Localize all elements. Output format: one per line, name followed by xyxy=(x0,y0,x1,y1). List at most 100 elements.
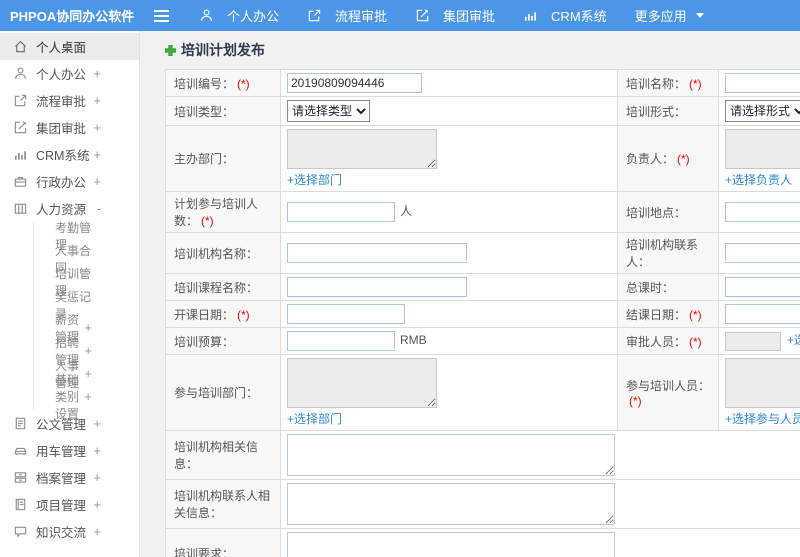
sidebar-item-project-management[interactable]: 项目管理 + xyxy=(0,491,139,518)
sidebar-item-crm[interactable]: CRM系统 + xyxy=(0,141,139,168)
user-icon xyxy=(13,66,28,81)
nav-item-more-apps[interactable]: 更多应用 xyxy=(621,0,718,31)
form-row: 培训要求： xyxy=(165,528,800,557)
training-plan-form: 培训编号：(*) 培训名称：(*) 培训类型： 请选择类型 培训形式： 请选择形… xyxy=(165,69,800,557)
sidebar-item-vehicle-management[interactable]: 用车管理 + xyxy=(0,437,139,464)
sidebar-item-label: 档案管理 xyxy=(36,472,87,486)
app-logo: PHPOA协同办公软件 xyxy=(10,9,135,24)
nav-item-workflow-approval[interactable]: 流程审批 xyxy=(293,0,401,31)
select-leader-link[interactable]: +选择负责人 xyxy=(725,171,792,188)
select-training-dept-link[interactable]: +选择部门 xyxy=(287,410,342,427)
sidebar-item-label: 人力资源 xyxy=(36,203,87,217)
requirements-textarea[interactable] xyxy=(287,532,615,557)
nav-item-personal-office[interactable]: 个人办公 xyxy=(185,0,293,31)
host-dept-textarea[interactable] xyxy=(287,129,437,169)
submenu-item-base-category[interactable]: 基础类别设置 + xyxy=(34,373,139,421)
chat-icon xyxy=(13,524,28,539)
sidebar-item-label: 行政办公 xyxy=(36,176,87,190)
expand-sign[interactable]: + xyxy=(84,389,92,404)
course-name-label: 培训课程名称： xyxy=(174,280,259,295)
select-approver-link[interactable]: +选择审批人员 xyxy=(787,333,800,347)
end-date-label: 结课日期： xyxy=(626,307,687,322)
expand-sign[interactable]: + xyxy=(93,470,101,485)
edit-icon xyxy=(13,120,28,135)
workflow-icon xyxy=(13,93,28,108)
hr-submenu: 考勤管理 人事合同 培训管理 奖惩记录 薪资管理 + 招聘管理 + 人事管理 +… xyxy=(33,221,139,421)
nav-item-group-approval[interactable]: 集团审批 xyxy=(401,0,509,31)
expand-sign[interactable]: + xyxy=(93,174,101,189)
nav-item-crm[interactable]: CRM系统 xyxy=(509,0,621,31)
sidebar-item-workflow-approval[interactable]: 流程审批 + xyxy=(0,87,139,114)
start-date-input[interactable] xyxy=(287,304,405,324)
location-input[interactable] xyxy=(725,202,800,222)
document-icon xyxy=(13,416,28,431)
total-hours-label: 总课时： xyxy=(626,280,675,295)
sidebar-item-label: 用车管理 xyxy=(36,445,87,459)
sidebar-item-label: CRM系统 xyxy=(36,149,90,163)
select-participants-link[interactable]: +选择参与人员 xyxy=(725,410,800,427)
expand-sign[interactable]: + xyxy=(84,343,92,358)
training-name-input[interactable] xyxy=(725,73,800,93)
sidebar-item-personal-office[interactable]: 个人办公 + xyxy=(0,60,139,87)
org-name-label: 培训机构名称： xyxy=(174,246,259,261)
training-no-input[interactable] xyxy=(287,73,422,93)
sidebar-item-admin-office[interactable]: 行政办公 + xyxy=(0,168,139,195)
training-form-label: 培训形式： xyxy=(626,104,687,119)
expand-sign[interactable]: + xyxy=(93,93,101,108)
required-mark: (*) xyxy=(689,334,702,349)
expand-sign[interactable]: + xyxy=(84,366,92,381)
location-label: 培训地点： xyxy=(626,205,687,220)
participants-textarea[interactable] xyxy=(725,358,800,408)
org-contact-info-textarea[interactable] xyxy=(287,483,615,525)
edit-icon xyxy=(415,8,430,23)
sidebar-item-label: 公文管理 xyxy=(36,418,87,432)
hamburger-menu-icon[interactable] xyxy=(154,9,169,22)
training-type-label: 培训类型： xyxy=(174,104,235,119)
org-info-textarea[interactable] xyxy=(287,434,615,476)
form-row: 培训机构相关信息： xyxy=(165,430,800,480)
expand-sign[interactable]: + xyxy=(93,66,101,81)
sidebar-item-label: 个人办公 xyxy=(36,68,87,82)
submenu-item-personnel[interactable]: 人事管理 + xyxy=(34,359,139,390)
expand-sign[interactable]: + xyxy=(93,416,101,431)
expand-sign[interactable]: + xyxy=(93,524,101,539)
collapse-sign[interactable]: - xyxy=(97,201,101,216)
sidebar-item-archive-management[interactable]: 档案管理 + xyxy=(0,464,139,491)
sidebar-item-personal-desktop[interactable]: 个人桌面 xyxy=(0,33,139,60)
expand-sign[interactable]: + xyxy=(84,320,92,335)
submenu-item-reward-punishment[interactable]: 奖惩记录 xyxy=(34,290,139,321)
form-row: 参与培训部门： +选择部门 参与培训人员：(*) +选择参与人员 xyxy=(165,354,800,431)
expand-sign[interactable]: + xyxy=(93,120,101,135)
submenu-item-salary[interactable]: 薪资管理 + xyxy=(34,313,139,344)
form-row: 培训编号：(*) 培训名称：(*) xyxy=(165,69,800,97)
expand-sign[interactable]: + xyxy=(93,443,101,458)
course-name-input[interactable] xyxy=(287,277,467,297)
org-name-input[interactable] xyxy=(287,243,467,263)
expand-sign[interactable]: + xyxy=(93,147,101,162)
form-row: 开课日期： (*) 结课日期： (*) xyxy=(165,300,800,328)
approvers-box[interactable] xyxy=(725,331,781,351)
select-dept-link[interactable]: +选择部门 xyxy=(287,171,342,188)
submenu-item-recruitment[interactable]: 招聘管理 + xyxy=(34,336,139,367)
required-mark: (*) xyxy=(689,307,702,322)
sidebar-item-document-management[interactable]: 公文管理 + xyxy=(0,410,139,437)
sidebar-item-knowledge-exchange[interactable]: 知识交流 + xyxy=(0,518,139,545)
bar-chart-icon xyxy=(523,8,538,23)
training-type-select[interactable]: 请选择类型 xyxy=(287,100,370,122)
car-icon xyxy=(13,443,28,458)
form-row: 培训类型： 请选择类型 培训形式： 请选择形式 xyxy=(165,96,800,126)
planned-participants-input[interactable] xyxy=(287,202,395,222)
end-date-input[interactable] xyxy=(725,304,800,324)
budget-input[interactable] xyxy=(287,331,395,351)
sidebar-item-group-approval[interactable]: 集团审批 + xyxy=(0,114,139,141)
nav-item-label: CRM系统 xyxy=(551,9,607,24)
org-contact-input[interactable] xyxy=(725,243,800,263)
expand-sign[interactable]: + xyxy=(93,497,101,512)
participants-label: 参与培训人员： xyxy=(626,379,711,393)
archive-icon xyxy=(13,470,28,485)
leader-textarea[interactable] xyxy=(725,129,800,169)
people-unit: 人 xyxy=(400,204,413,219)
total-hours-input[interactable] xyxy=(725,277,800,297)
training-form-select[interactable]: 请选择形式 xyxy=(725,100,800,122)
participating-depts-textarea[interactable] xyxy=(287,358,437,408)
